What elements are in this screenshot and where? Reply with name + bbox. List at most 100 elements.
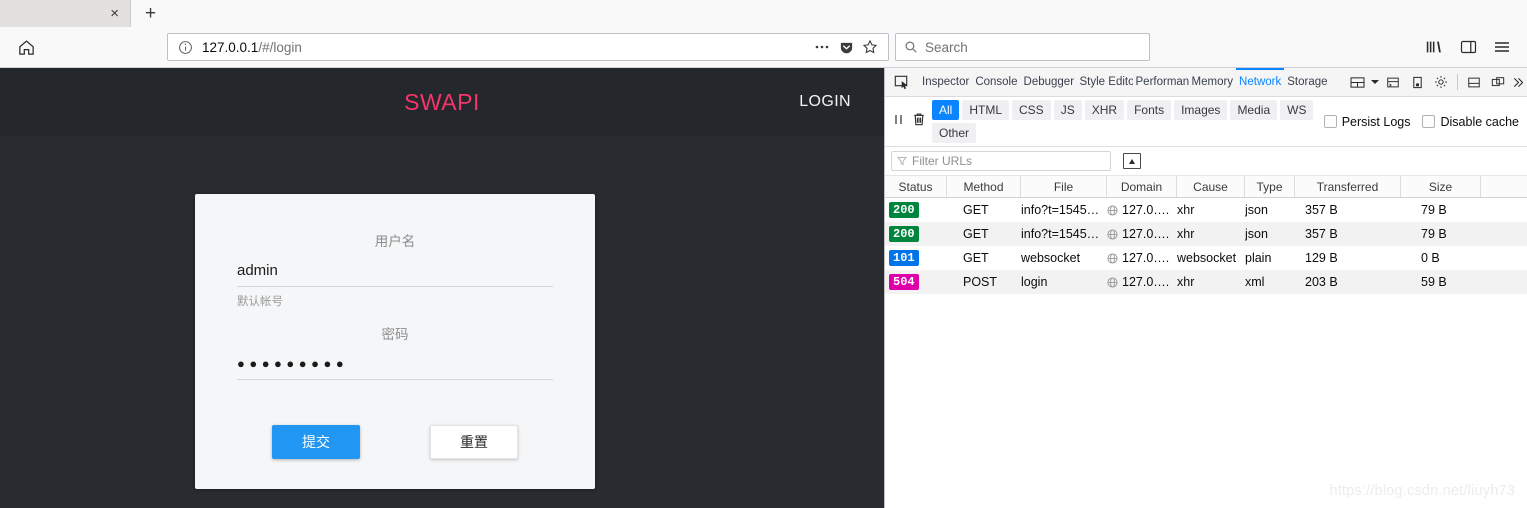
username-hint: 默认帐号	[237, 296, 283, 308]
cell-domain: 127.0….	[1107, 198, 1177, 222]
tab-debugger[interactable]: Debugger	[1021, 68, 1077, 97]
username-label: 用户名	[374, 234, 416, 249]
pause-icon[interactable]	[893, 113, 904, 131]
column-header-transferred[interactable]: Transferred	[1295, 176, 1401, 197]
url-bar[interactable]: 127.0.0.1/#/login	[167, 33, 889, 61]
form-actions: 提交 重置	[237, 425, 553, 459]
filter-images[interactable]: Images	[1174, 100, 1228, 120]
table-row[interactable]: 101 GET websocket 127.0…. websocket plai…	[885, 246, 1527, 270]
persist-logs-checkbox[interactable]: Persist Logs	[1323, 115, 1410, 129]
settings-gear-icon[interactable]	[1430, 71, 1452, 93]
pocket-icon[interactable]	[834, 35, 858, 59]
filter-fonts[interactable]: Fonts	[1127, 100, 1172, 120]
column-header-file[interactable]: File	[1021, 176, 1107, 197]
cell-file: websocket	[1021, 251, 1081, 265]
new-tab-button[interactable]: +	[130, 0, 170, 27]
submit-button[interactable]: 提交	[272, 425, 360, 459]
cell-cause: xhr	[1177, 227, 1195, 241]
column-header-type[interactable]: Type	[1245, 176, 1295, 197]
column-header-status[interactable]: Status	[885, 176, 947, 197]
filter-urls-input[interactable]: Filter URLs	[891, 151, 1111, 171]
tab-network[interactable]: Network	[1236, 68, 1284, 97]
tab-console[interactable]: Console	[972, 68, 1020, 97]
cell-size: 59 B	[1421, 275, 1447, 289]
dock-bottom-icon[interactable]	[1463, 71, 1485, 93]
tab-inspector[interactable]: Inspector	[919, 68, 972, 97]
content-split: SWAPI LOGIN 用户名 admin 默认帐号 密码 ●●●●●●●●● …	[0, 68, 1527, 508]
table-row[interactable]: 200 GET info?t=1545… 127.0…. xhr json 35…	[885, 198, 1527, 222]
close-tab-icon[interactable]: ×	[107, 5, 122, 22]
column-header-cause[interactable]: Cause	[1177, 176, 1245, 197]
har-import-export-icon[interactable]	[1123, 153, 1141, 169]
url-host: 127.0.0.1	[202, 39, 259, 55]
login-nav-link[interactable]: LOGIN	[799, 93, 851, 111]
cell-type: json	[1245, 227, 1268, 241]
filter-html[interactable]: HTML	[962, 100, 1010, 120]
disable-cache-label: Disable cache	[1440, 114, 1519, 129]
reset-button[interactable]: 重置	[430, 425, 518, 459]
status-badge: 101	[889, 250, 919, 266]
element-picker-icon[interactable]	[889, 70, 915, 94]
info-circle-icon[interactable]	[178, 40, 193, 55]
filter-xhr[interactable]: XHR	[1084, 100, 1125, 120]
trash-icon[interactable]	[912, 112, 926, 132]
filter-all[interactable]: All	[932, 100, 960, 120]
column-header-method[interactable]: Method	[947, 176, 1021, 197]
responsive-mode-icon[interactable]	[1406, 71, 1428, 93]
table-header-row: Status Method File Domain Cause Type Tra…	[885, 176, 1527, 198]
column-header-size[interactable]: Size	[1401, 176, 1481, 197]
cell-method: GET	[963, 251, 989, 265]
globe-icon	[1107, 228, 1118, 240]
disable-cache-checkbox[interactable]: Disable cache	[1422, 115, 1519, 129]
table-row[interactable]: 504 POST login 127.0…. xhr xml 203 B 59 …	[885, 270, 1527, 294]
home-icon[interactable]	[10, 32, 42, 62]
search-bar[interactable]: Search	[895, 33, 1150, 61]
cell-method: GET	[963, 203, 989, 217]
search-icon	[904, 40, 918, 54]
cell-domain: 127.0….	[1107, 270, 1177, 294]
cell-type: xml	[1245, 275, 1265, 289]
search-input[interactable]: Search	[925, 40, 968, 55]
tab-performance[interactable]: Performance	[1133, 68, 1189, 97]
column-header-domain[interactable]: Domain	[1107, 176, 1177, 197]
browser-tab[interactable]: ×	[0, 0, 130, 27]
filter-js[interactable]: JS	[1053, 100, 1082, 120]
table-row[interactable]: 200 GET info?t=1545… 127.0…. xhr json 35…	[885, 222, 1527, 246]
tab-memory[interactable]: Memory	[1189, 68, 1237, 97]
devtools-panel: Inspector Console Debugger Style Editor …	[884, 68, 1527, 508]
filter-media[interactable]: Media	[1230, 100, 1278, 120]
filter-other[interactable]: Other	[932, 123, 977, 143]
sidebar-icon[interactable]	[1453, 32, 1483, 62]
tab-strip-empty-area	[170, 0, 1527, 27]
filter-css[interactable]: CSS	[1012, 100, 1051, 120]
tab-storage[interactable]: Storage	[1284, 68, 1330, 97]
status-badge: 504	[889, 274, 919, 290]
password-value: ●●●●●●●●●	[237, 356, 349, 371]
dock-separate-window-icon[interactable]	[1487, 71, 1509, 93]
username-value: admin	[237, 262, 278, 279]
star-icon[interactable]	[858, 35, 882, 59]
split-layout-icon[interactable]	[1346, 71, 1368, 93]
checkbox-box[interactable]	[1323, 115, 1337, 128]
hamburger-menu-icon[interactable]	[1487, 32, 1517, 62]
cell-status: 200	[885, 198, 947, 222]
cell-cause: xhr	[1177, 203, 1195, 217]
cell-cause: websocket	[1177, 251, 1237, 265]
filter-urls-placeholder[interactable]: Filter URLs	[912, 154, 972, 168]
filter-ws[interactable]: WS	[1280, 100, 1314, 120]
cell-domain: 127.0….	[1107, 246, 1177, 270]
navigation-toolbar: 127.0.0.1/#/login Search	[0, 27, 1527, 68]
close-devtools-icon[interactable]	[1511, 71, 1525, 93]
chevron-down-icon[interactable]	[1370, 71, 1380, 93]
checkbox-box[interactable]	[1422, 115, 1436, 128]
cell-status: 101	[885, 246, 947, 270]
web-page-viewport: SWAPI LOGIN 用户名 admin 默认帐号 密码 ●●●●●●●●● …	[0, 68, 884, 508]
page-title: SWAPI	[404, 88, 480, 115]
username-input[interactable]: admin	[237, 262, 553, 287]
split-console-icon[interactable]	[1382, 71, 1404, 93]
password-input[interactable]: ●●●●●●●●●	[237, 355, 553, 380]
cell-domain: 127.0….	[1107, 222, 1177, 246]
ellipsis-icon[interactable]	[810, 35, 834, 59]
library-icon[interactable]	[1419, 32, 1449, 62]
tab-style-editor[interactable]: Style Editor	[1077, 68, 1133, 97]
